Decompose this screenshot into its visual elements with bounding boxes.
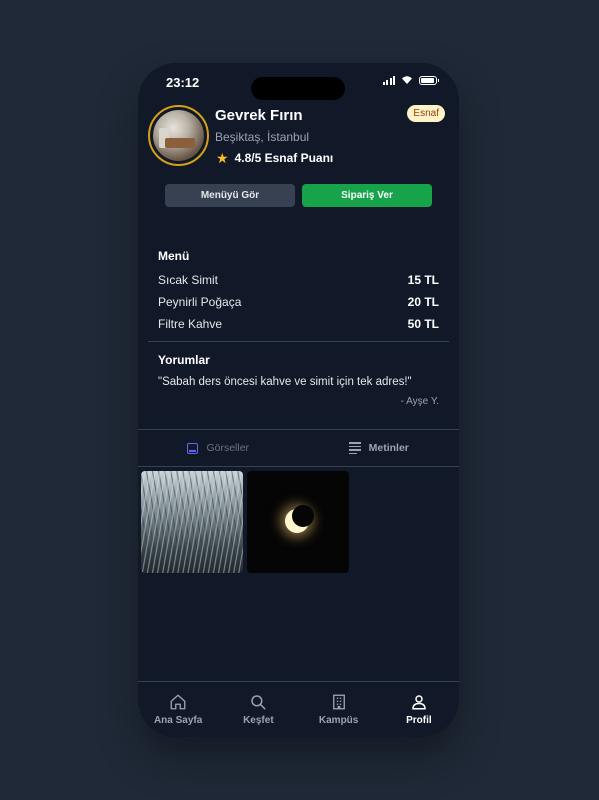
battery-fill bbox=[421, 77, 434, 83]
rating-row: ★ 4.8/5 Esnaf Puanı bbox=[216, 151, 333, 165]
menu-item-price: 15 TL bbox=[407, 273, 439, 287]
wifi-icon bbox=[402, 76, 412, 84]
shop-photo bbox=[153, 110, 204, 161]
status-icons bbox=[382, 75, 439, 85]
avatar-table-shape bbox=[165, 138, 195, 148]
menu-item-price: 20 TL bbox=[407, 295, 439, 309]
place-order-button[interactable]: Sipariş Ver bbox=[302, 184, 432, 207]
menu-item: Filtre Kahve 50 TL bbox=[158, 317, 439, 331]
nav-item-profile[interactable]: Profil bbox=[379, 682, 459, 737]
view-menu-button[interactable]: Menüyü Gör bbox=[165, 184, 295, 207]
esnaf-badge: Esnaf bbox=[407, 105, 445, 122]
nav-label: Keşfet bbox=[243, 715, 274, 726]
nav-label: Ana Sayfa bbox=[153, 715, 203, 726]
status-bar: 23:12 bbox=[138, 63, 459, 103]
nav-label: Profil bbox=[406, 715, 432, 726]
review-author: - Ayşe Y. bbox=[400, 396, 439, 407]
tab-texts-label: Metinler bbox=[368, 442, 409, 454]
section-divider bbox=[148, 341, 449, 342]
nav-label: Kampüs bbox=[318, 715, 359, 726]
menu-item-name: Sıcak Simit bbox=[158, 273, 219, 287]
star-icon: ★ bbox=[216, 150, 229, 166]
nav-item-home[interactable]: Ana Sayfa bbox=[138, 682, 218, 737]
gallery-image-moon[interactable] bbox=[247, 471, 349, 573]
bottom-navigation: Ana Sayfa Keşfet Kampüs Profil bbox=[138, 681, 459, 737]
menu-section-title: Menü bbox=[158, 249, 190, 263]
nav-item-campus[interactable]: Kampüs bbox=[299, 682, 379, 737]
reviews-section-title: Yorumlar bbox=[158, 353, 210, 367]
dynamic-island bbox=[251, 77, 345, 100]
home-icon bbox=[170, 694, 186, 710]
menu-item-name: Peynirli Poğaça bbox=[158, 295, 242, 309]
search-icon bbox=[251, 695, 266, 710]
building-icon bbox=[332, 694, 345, 710]
battery-icon bbox=[419, 75, 439, 85]
menu-item: Peynirli Poğaça 20 TL bbox=[158, 295, 439, 309]
tab-images-label: Görseller bbox=[206, 442, 250, 454]
status-time: 23:12 bbox=[166, 75, 200, 90]
moon-shape bbox=[285, 505, 314, 533]
tab-images[interactable]: Görseller bbox=[138, 430, 299, 466]
shop-avatar[interactable] bbox=[148, 105, 209, 166]
user-icon bbox=[412, 695, 426, 710]
nav-item-explore[interactable]: Keşfet bbox=[218, 682, 298, 737]
phone-frame: 23:12 Gevrek Fırın Beşiktaş, İstanbul ★ … bbox=[138, 63, 459, 737]
rating-text: 4.8/5 Esnaf Puanı bbox=[234, 151, 334, 165]
gallery-image-grass[interactable] bbox=[141, 471, 243, 573]
content-tabs: Görseller Metinler bbox=[138, 429, 459, 467]
menu-item: Sıcak Simit 15 TL bbox=[158, 273, 439, 287]
menu-item-name: Filtre Kahve bbox=[158, 317, 223, 331]
signal-icon bbox=[382, 75, 395, 85]
text-lines-icon bbox=[348, 442, 361, 454]
tab-texts[interactable]: Metinler bbox=[299, 430, 460, 466]
shop-location: Beşiktaş, İstanbul bbox=[215, 130, 310, 144]
image-icon bbox=[187, 442, 199, 454]
image-gallery bbox=[141, 471, 349, 573]
menu-item-price: 50 TL bbox=[407, 317, 439, 331]
review-quote: "Sabah ders öncesi kahve ve simit için t… bbox=[158, 376, 412, 388]
shop-name: Gevrek Fırın bbox=[215, 107, 303, 124]
